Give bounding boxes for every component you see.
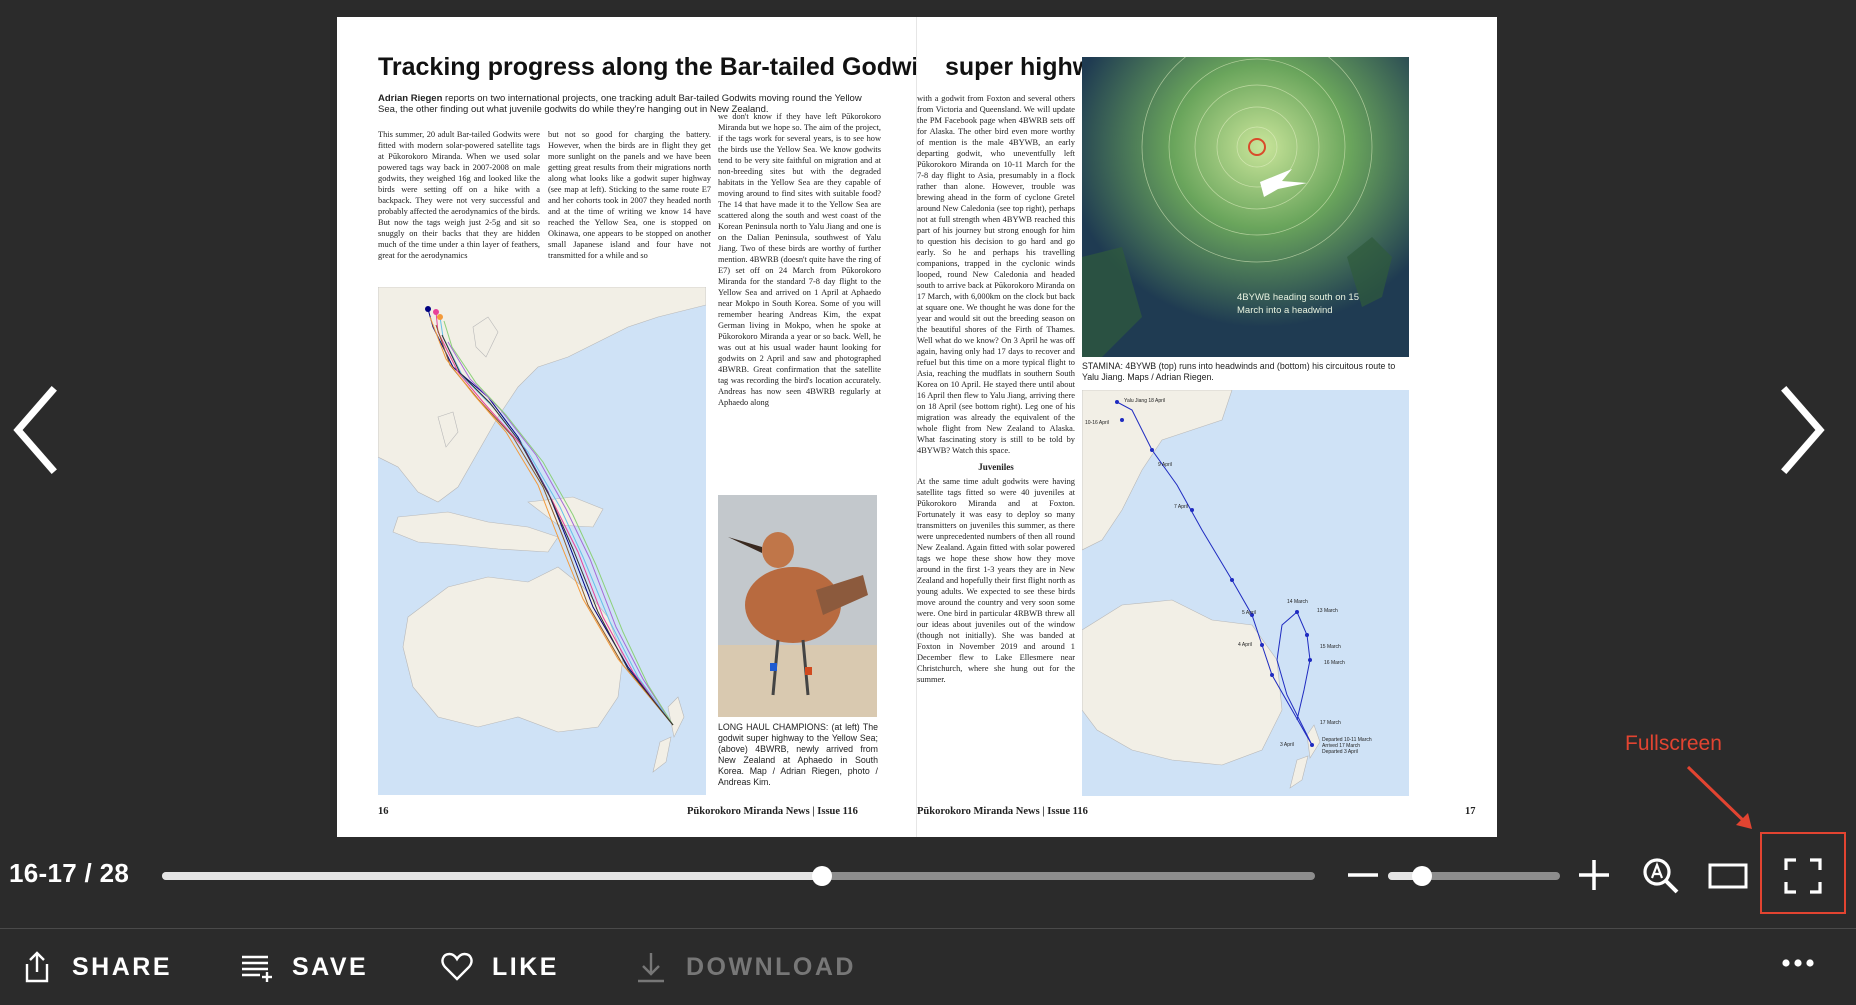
like-button[interactable]: LIKE: [440, 929, 559, 1005]
map-label: 7 April: [1174, 504, 1188, 510]
save-label: SAVE: [292, 952, 369, 981]
article-column-1: This summer, 20 adult Bar-tailed Godwits…: [378, 130, 540, 260]
migration-map-image: [378, 287, 706, 795]
fullscreen-button[interactable]: [1782, 856, 1824, 896]
map-label: 5 April: [1242, 610, 1256, 616]
action-bar: SHARE SAVE LIKE DOWNLOAD: [0, 929, 1856, 1005]
juveniles-heading: Juveniles: [978, 462, 1014, 472]
cyclone-wind-map-image: 4BYWB heading south on 15 March into a h…: [1082, 57, 1409, 357]
map-label: 13 March: [1317, 608, 1338, 614]
chevron-left-icon: [13, 386, 57, 474]
map-label: Yalu Jiang 18 April: [1124, 398, 1165, 404]
page-progress-fill: [162, 872, 822, 880]
photo-caption: LONG HAUL CHAMPIONS: (at left) The godwi…: [718, 722, 878, 787]
single-page-view-button[interactable]: [1707, 860, 1749, 892]
magnify-button[interactable]: [1641, 856, 1681, 896]
column-4-juveniles-text: At the same time adult godwits were havi…: [917, 477, 1075, 684]
magnify-icon: [1643, 858, 1679, 894]
minus-icon: [1348, 873, 1378, 877]
share-label: SHARE: [72, 952, 173, 981]
download-button[interactable]: DOWNLOAD: [634, 929, 856, 1005]
page-counter: 16-17 / 28: [9, 858, 130, 888]
fullscreen-icon: [1784, 858, 1822, 894]
save-button[interactable]: SAVE: [240, 929, 368, 1005]
annotation-arrow-icon: [1686, 765, 1752, 829]
zoom-in-button[interactable]: [1577, 858, 1611, 892]
zoom-out-button[interactable]: [1346, 858, 1380, 892]
more-options-button[interactable]: [1780, 953, 1816, 973]
cyclone-map-label: 4BYWB heading south on 15 March into a h…: [1237, 292, 1360, 316]
single-page-icon: [1708, 863, 1748, 889]
4bywb-route-map-image: Yalu Jiang 18 April 10-16 April 9 April …: [1082, 390, 1409, 796]
page-left: Tracking progress along the Bar-tailed G…: [337, 17, 917, 837]
godwit-photo: [718, 495, 877, 717]
article-column-3: we don't know if they have left Pūkoroko…: [718, 112, 881, 407]
map-label: 4 April: [1238, 642, 1252, 648]
article-column-2: but not so good for charging the battery…: [548, 130, 711, 260]
zoom-slider-handle[interactable]: [1412, 866, 1433, 886]
page-progress-handle[interactable]: [811, 866, 832, 886]
reader-control-bar: 16-17 / 28: [0, 848, 1856, 928]
map-label: Departed 3 April: [1322, 749, 1358, 755]
map-label: 9 April: [1158, 462, 1172, 468]
fullscreen-annotation-label: Fullscreen: [1625, 732, 1722, 755]
magazine-spread[interactable]: Tracking progress along the Bar-tailed G…: [337, 17, 1497, 837]
page-right: super highway with a godwit from Foxton …: [917, 17, 1497, 837]
article-column-4: with a godwit from Foxton and several ot…: [917, 93, 1075, 685]
share-icon: [25, 951, 49, 983]
column-4-text: with a godwit from Foxton and several ot…: [917, 94, 1075, 455]
download-label: DOWNLOAD: [686, 952, 856, 981]
map-label: 14 March: [1287, 599, 1308, 605]
cyclone-caption: STAMINA: 4BYWB (top) runs into headwinds…: [1082, 361, 1396, 382]
page-number-left: 16: [378, 806, 389, 817]
download-icon: [638, 953, 664, 983]
map-label: 16 March: [1324, 660, 1345, 666]
plus-icon: [1579, 860, 1609, 890]
next-page-button[interactable]: [1770, 385, 1830, 475]
standfirst-author: Adrian Riegen: [378, 93, 443, 104]
reader-viewer: Tracking progress along the Bar-tailed G…: [0, 0, 1856, 1005]
map-label: 17 March: [1320, 720, 1341, 726]
like-label: LIKE: [492, 952, 559, 981]
map-label: 3 April: [1280, 742, 1294, 748]
chevron-right-icon: [1781, 386, 1825, 474]
heart-icon: [441, 952, 473, 981]
save-icon: [242, 955, 272, 982]
page-number-right: 17: [1465, 806, 1476, 817]
magazine-folio-left: Pūkorokoro Miranda News | Issue 116: [687, 806, 858, 817]
more-icon: [1782, 959, 1814, 967]
share-button[interactable]: SHARE: [20, 929, 172, 1005]
map-label: 10-16 April: [1085, 420, 1109, 426]
map-label: 15 March: [1320, 644, 1341, 650]
article-title-left: Tracking progress along the Bar-tailed G…: [378, 53, 917, 81]
previous-page-button[interactable]: [8, 385, 68, 475]
magazine-folio-right: Pūkorokoro Miranda News | Issue 116: [917, 806, 1088, 817]
